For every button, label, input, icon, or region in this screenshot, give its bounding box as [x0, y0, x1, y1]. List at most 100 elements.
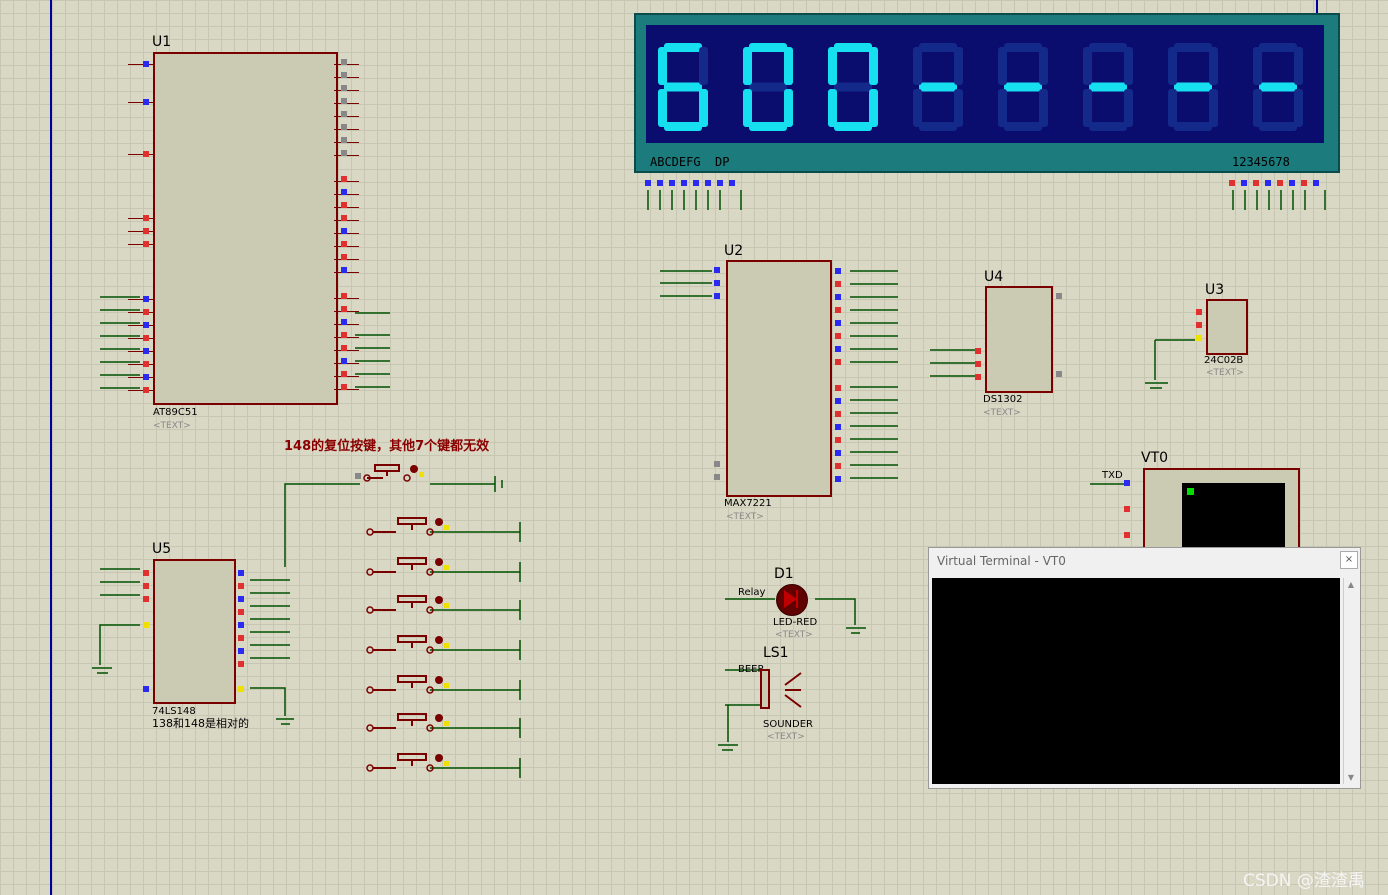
pin-marker-icon: [835, 437, 841, 443]
pin-marker-icon: [1056, 293, 1062, 299]
close-button[interactable]: ×: [1340, 551, 1358, 569]
u4-chip[interactable]: [985, 286, 1053, 393]
digit-5-segment-g: [1004, 82, 1042, 92]
sounder-icon[interactable]: [755, 665, 805, 715]
pin-marker-icon: [238, 609, 244, 615]
pin-marker-icon: [975, 361, 981, 367]
pin-marker-icon: [714, 461, 720, 467]
pin-marker-icon: [835, 385, 841, 391]
buttons-note: 148的复位按键，其他7个键都无效: [284, 439, 490, 454]
digit-1-segment-a: [664, 43, 702, 52]
terminal-screen[interactable]: [932, 578, 1340, 784]
u2-text: <TEXT>: [726, 512, 764, 522]
pushbutton-5[interactable]: [362, 670, 452, 696]
pin-marker-icon: [143, 387, 149, 393]
digit-3-segment-f: [828, 47, 837, 85]
vt0-screen: [1182, 483, 1285, 548]
display-pins: [630, 172, 1370, 212]
vt0-led: [1187, 488, 1194, 495]
pin-line: [128, 325, 153, 326]
pin-marker-icon: [238, 686, 244, 692]
pin-marker-icon: [1124, 506, 1130, 512]
pin-line: [128, 218, 153, 219]
digit-6-segment-d: [1089, 122, 1127, 131]
u2-chip[interactable]: [726, 260, 832, 497]
digit-4-segment-d: [919, 122, 957, 131]
pushbutton-6[interactable]: [362, 708, 452, 734]
u5-chip[interactable]: [153, 559, 236, 704]
u3-chip[interactable]: [1206, 299, 1248, 355]
pushbutton-3[interactable]: [362, 590, 452, 616]
digit-1-segment-b: [699, 47, 708, 85]
digit-2-segment-a: [749, 43, 787, 52]
digit-8-segment-f: [1253, 47, 1262, 85]
digit-8-segment-d: [1259, 122, 1297, 131]
digit-2-segment-d: [749, 122, 787, 131]
scroll-down-icon[interactable]: ▼: [1344, 773, 1358, 782]
pin-marker-icon: [143, 374, 149, 380]
terminal-scrollbar[interactable]: ▲ ▼: [1343, 578, 1358, 784]
u2-part: MAX7221: [724, 498, 772, 509]
pin-marker-icon: [143, 61, 149, 67]
pin-marker-icon: [238, 583, 244, 589]
virtual-terminal-window[interactable]: Virtual Terminal - VT0 × ▲ ▼: [928, 547, 1361, 789]
u1-text: <TEXT>: [153, 421, 191, 431]
pin-marker-icon: [341, 98, 347, 104]
pin-marker-icon: [143, 686, 149, 692]
pin-marker-icon: [341, 319, 347, 325]
pin-marker-icon: [341, 124, 347, 130]
digit-5-segment-e: [998, 89, 1007, 127]
pin-marker-icon: [341, 228, 347, 234]
pushbutton-2[interactable]: [362, 552, 452, 578]
u4-part: DS1302: [983, 394, 1023, 405]
pin-marker-icon: [143, 228, 149, 234]
d1-net: Relay: [738, 587, 766, 598]
pin-marker-icon: [1124, 532, 1130, 538]
pin-marker-icon: [143, 583, 149, 589]
digit-8-segment-a: [1259, 43, 1297, 52]
pushbutton-4[interactable]: [362, 630, 452, 656]
pin-marker-icon: [835, 281, 841, 287]
pushbutton-1[interactable]: [362, 512, 452, 538]
pin-line: [128, 299, 153, 300]
digit-4-segment-g: [919, 82, 957, 92]
digit-7-segment-e: [1168, 89, 1177, 127]
pin-marker-icon: [705, 180, 711, 186]
pin-marker-icon: [238, 596, 244, 602]
pushbutton-7[interactable]: [362, 748, 452, 774]
digit-8-segment-e: [1253, 89, 1262, 127]
pin-marker-icon: [1124, 480, 1130, 486]
pin-marker-icon: [238, 661, 244, 667]
pin-marker-icon: [238, 622, 244, 628]
pin-line: [128, 338, 153, 339]
pin-marker-icon: [341, 215, 347, 221]
digit-6-segment-g: [1089, 82, 1127, 92]
digit-5-segment-a: [1004, 43, 1042, 52]
display-seg-label: ABCDEFG DP: [650, 155, 730, 169]
digit-2-segment-e: [743, 89, 752, 127]
digit-7-segment-b: [1209, 47, 1218, 85]
pin-marker-icon: [1056, 371, 1062, 377]
pin-marker-icon: [341, 85, 347, 91]
pin-marker-icon: [341, 332, 347, 338]
scroll-up-icon[interactable]: ▲: [1344, 580, 1358, 589]
pin-marker-icon: [341, 267, 347, 273]
u1-chip[interactable]: [153, 52, 338, 405]
digit-6-segment-c: [1124, 89, 1133, 127]
pin-marker-icon: [714, 293, 720, 299]
digit-5-segment-d: [1004, 122, 1042, 131]
u4-ref: U4: [984, 269, 1004, 285]
digit-7-segment-c: [1209, 89, 1218, 127]
digit-7-segment-f: [1168, 47, 1177, 85]
pin-marker-icon: [1196, 322, 1202, 328]
pin-marker-icon: [1196, 335, 1202, 341]
ls1-part: SOUNDER: [763, 719, 813, 730]
pin-marker-icon: [1277, 180, 1283, 186]
reset-pushbutton[interactable]: [355, 462, 430, 488]
digit-1-segment-d: [664, 122, 702, 131]
d1-ref: D1: [774, 566, 794, 582]
display-digits: 600-----: [658, 43, 1303, 131]
u3-text: <TEXT>: [1206, 368, 1244, 378]
digit-2-segment-c: [784, 89, 793, 127]
pin-marker-icon: [341, 72, 347, 78]
